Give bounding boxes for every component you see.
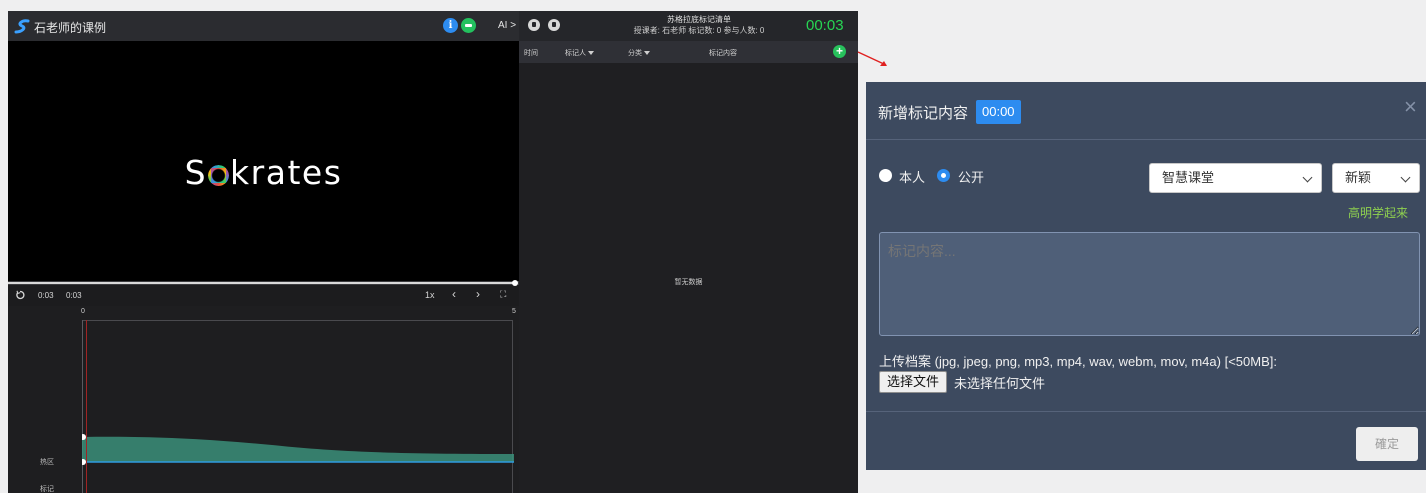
list-header: 苏格拉底标记清单 授课者: 石老师 标记数: 0 参与人数: 0 00:03 [519, 11, 858, 41]
fullscreen-icon[interactable]: ⛶ [500, 289, 506, 300]
ai-toggle-button[interactable]: AI > [498, 20, 516, 31]
radio-public[interactable] [937, 169, 950, 182]
timeline-playhead[interactable] [86, 320, 87, 493]
timeline-frame-left [82, 320, 83, 493]
choose-file-button[interactable]: 选择文件 [879, 371, 948, 393]
column-category-label: 分类 [628, 50, 642, 57]
list-title: 苏格拉底标记清单 [667, 15, 731, 24]
timeline-frame-top [82, 320, 512, 321]
info-icon[interactable]: i [443, 18, 458, 33]
close-icon[interactable]: × [1404, 96, 1417, 118]
chat-icon[interactable] [461, 18, 476, 33]
brand-ring-icon [208, 165, 230, 186]
radio-private-label[interactable]: 本人 [899, 167, 925, 186]
sokrates-logo-icon [14, 19, 30, 34]
duration: 0:03 [66, 291, 82, 300]
chevron-down-icon [1302, 172, 1313, 183]
add-annotation-dialog: 新增标记内容 00:00 × 本人 公开 智慧课堂 新颖 高明学起来 上传档案 … [866, 82, 1426, 470]
video-screen[interactable]: Skrates [8, 41, 519, 283]
filter-icon[interactable] [588, 51, 594, 55]
download-icon[interactable] [528, 19, 540, 31]
screenshot-root: 石老师的课例 i AI > Skrates 0:03 0:03 1x ‹ › ⛶… [0, 0, 1426, 493]
annotation-content-input[interactable] [879, 232, 1420, 336]
timeline-start-label: 0 [81, 308, 85, 315]
next-frame-button[interactable]: › [476, 287, 480, 301]
progress-fill [8, 282, 514, 284]
column-marker-label: 标记人 [565, 50, 586, 57]
category-select[interactable]: 智慧课堂 [1149, 163, 1322, 193]
heat-curve [82, 434, 514, 465]
list-summary: 授课者: 石老师 标记数: 0 参与人数: 0 [633, 26, 765, 35]
timeline-frame-right [512, 320, 513, 493]
annotation-list-panel: 苏格拉底标记清单 授课者: 石老师 标记数: 0 参与人数: 0 00:03 时… [519, 11, 858, 493]
upload-label: 上传档案 (jpg, jpeg, png, mp3, mp4, wav, web… [879, 354, 1277, 369]
list-column-header: 时间 标记人 分类 标记内容 + [519, 41, 858, 63]
no-file-text: 未选择任何文件 [954, 376, 1046, 391]
speed-button[interactable]: 1x [425, 290, 435, 300]
timestamp-badge: 00:00 [976, 100, 1021, 124]
mark-row-label: 标记 [40, 486, 54, 493]
current-time: 0:03 [38, 291, 54, 300]
replay-icon[interactable] [15, 290, 25, 300]
category-value: 智慧课堂 [1162, 170, 1215, 185]
radio-private[interactable] [879, 169, 892, 182]
filter-icon[interactable] [644, 51, 650, 55]
dialog-title: 新增标记内容 [878, 105, 969, 122]
chevron-down-icon [1400, 172, 1411, 183]
red-arrow-icon [857, 51, 887, 66]
tag-select[interactable]: 新颖 [1332, 163, 1420, 193]
brand-text-end: krates [230, 153, 343, 192]
video-progress-bar[interactable] [8, 280, 519, 286]
confirm-button[interactable]: 確定 [1356, 427, 1418, 461]
annotation-timeline[interactable]: 0 5 热区 标记 [8, 306, 519, 493]
current-user-name: 高明学起来 [1348, 206, 1409, 220]
sokrates-brand-logo: Skrates [8, 153, 519, 192]
empty-state-text: 暂无数据 [674, 279, 703, 286]
column-content[interactable]: 标记内容 [709, 48, 737, 58]
playback-controls: 0:03 0:03 1x ‹ › ⛶ [8, 286, 519, 306]
add-annotation-button[interactable]: + [833, 45, 846, 58]
heat-row-label: 热区 [40, 459, 54, 466]
prev-frame-button[interactable]: ‹ [452, 287, 456, 301]
session-timer: 00:03 [806, 17, 844, 34]
tag-value: 新颖 [1345, 170, 1372, 185]
column-marker[interactable]: 标记人 [565, 48, 594, 58]
lesson-title: 石老师的课例 [34, 21, 107, 35]
column-time[interactable]: 时间 [524, 48, 538, 58]
column-category[interactable]: 分类 [628, 48, 650, 58]
dialog-footer-divider [866, 411, 1426, 412]
timeline-end-label: 5 [512, 308, 516, 315]
user-icon[interactable] [548, 19, 560, 31]
dialog-header: 新增标记内容 00:00 × [866, 82, 1426, 140]
radio-public-label[interactable]: 公开 [958, 167, 984, 186]
player-header: 石老师的课例 i AI > [8, 11, 519, 41]
brand-text-start: S [184, 153, 208, 192]
video-player-panel: 石老师的课例 i AI > Skrates 0:03 0:03 1x ‹ › ⛶… [8, 11, 519, 493]
